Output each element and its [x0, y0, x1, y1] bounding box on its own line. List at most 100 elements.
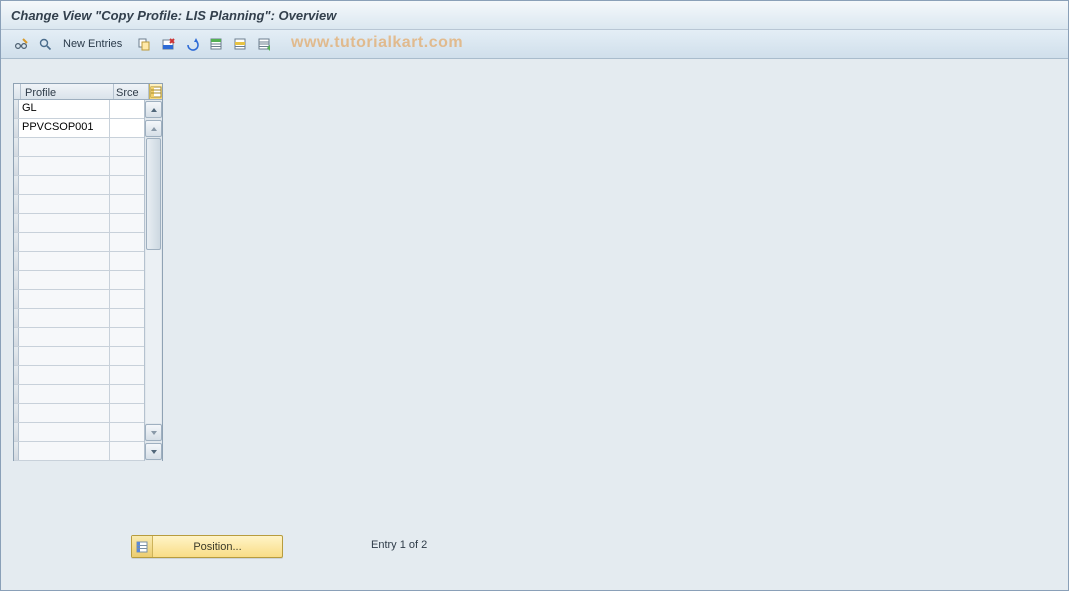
- cell-profile[interactable]: [19, 347, 110, 365]
- table-row: [14, 290, 144, 309]
- cell-profile[interactable]: [19, 195, 110, 213]
- cell-profile[interactable]: [19, 138, 110, 156]
- table-row: [14, 233, 144, 252]
- page-title: Change View "Copy Profile: LIS Planning"…: [11, 8, 336, 23]
- triangle-down-small-icon: [150, 429, 158, 437]
- position-icon: [132, 536, 153, 557]
- table-row: [14, 252, 144, 271]
- cell-profile[interactable]: [19, 385, 110, 403]
- glasses-pencil-icon: [14, 37, 28, 51]
- cell-srce[interactable]: [110, 271, 144, 289]
- cell-profile[interactable]: [19, 176, 110, 194]
- cell-srce[interactable]: [110, 290, 144, 308]
- scroll-track[interactable]: [146, 138, 161, 423]
- table-settings-icon: [150, 86, 162, 98]
- scroll-down-button[interactable]: [145, 443, 162, 460]
- chevron-down-icon: [150, 448, 158, 456]
- select-block-button[interactable]: [230, 34, 250, 54]
- cell-profile[interactable]: PPVCSOP001: [19, 119, 110, 137]
- position-button[interactable]: Position...: [131, 535, 283, 558]
- cell-srce[interactable]: [110, 423, 144, 441]
- table-row: PPVCSOP001: [14, 119, 144, 138]
- chevron-up-icon: [150, 106, 158, 114]
- cell-profile[interactable]: [19, 252, 110, 270]
- app-window: Change View "Copy Profile: LIS Planning"…: [0, 0, 1069, 591]
- cell-srce[interactable]: [110, 100, 144, 118]
- table-row: [14, 157, 144, 176]
- cell-srce[interactable]: [110, 119, 144, 137]
- toggle-display-change-button[interactable]: [11, 34, 31, 54]
- vertical-scrollbar[interactable]: [144, 100, 162, 461]
- scroll-thumb[interactable]: [146, 138, 161, 250]
- cell-profile[interactable]: [19, 423, 110, 441]
- triangle-up-small-icon: [150, 125, 158, 133]
- table-row: [14, 138, 144, 157]
- column-header-profile[interactable]: Profile: [21, 84, 114, 99]
- table-row: GL: [14, 100, 144, 119]
- cell-profile[interactable]: [19, 442, 110, 460]
- cell-profile[interactable]: [19, 290, 110, 308]
- scroll-up-button[interactable]: [145, 101, 162, 118]
- header-select-all-cell[interactable]: [14, 84, 21, 99]
- cell-srce[interactable]: [110, 309, 144, 327]
- cell-srce[interactable]: [110, 385, 144, 403]
- cell-srce[interactable]: [110, 366, 144, 384]
- find-button[interactable]: [35, 34, 55, 54]
- scroll-line-down-button[interactable]: [145, 424, 162, 441]
- table-body: GLPPVCSOP001: [14, 100, 162, 461]
- cell-profile[interactable]: [19, 366, 110, 384]
- cell-srce[interactable]: [110, 214, 144, 232]
- entry-status-text: Entry 1 of 2: [371, 539, 427, 551]
- cell-srce[interactable]: [110, 157, 144, 175]
- table-row: [14, 214, 144, 233]
- cell-profile[interactable]: [19, 328, 110, 346]
- cell-srce[interactable]: [110, 252, 144, 270]
- content-area: Profile Srce GLPPVCSOP001: [1, 59, 1068, 590]
- cell-srce[interactable]: [110, 404, 144, 422]
- table-row: [14, 176, 144, 195]
- new-entries-label: New Entries: [63, 38, 122, 50]
- column-header-srce[interactable]: Srce: [114, 84, 149, 99]
- cell-profile[interactable]: [19, 157, 110, 175]
- cell-srce[interactable]: [110, 195, 144, 213]
- cell-srce[interactable]: [110, 138, 144, 156]
- table-row: [14, 442, 144, 461]
- select-block-icon: [233, 37, 247, 51]
- copy-icon: [137, 37, 151, 51]
- delete-icon: [161, 37, 175, 51]
- select-all-button[interactable]: [206, 34, 226, 54]
- profile-table: Profile Srce GLPPVCSOP001: [13, 83, 163, 461]
- cell-srce[interactable]: [110, 176, 144, 194]
- scroll-line-up-button[interactable]: [145, 120, 162, 137]
- delete-button[interactable]: [158, 34, 178, 54]
- table-row: [14, 366, 144, 385]
- watermark-text: www.tutorialkart.com: [291, 34, 463, 52]
- position-button-label: Position...: [153, 541, 282, 553]
- table-header: Profile Srce: [14, 84, 162, 100]
- titlebar: Change View "Copy Profile: LIS Planning"…: [1, 1, 1068, 30]
- cell-profile[interactable]: [19, 233, 110, 251]
- cell-profile[interactable]: [19, 404, 110, 422]
- cell-srce[interactable]: [110, 328, 144, 346]
- table-row: [14, 347, 144, 366]
- cell-srce[interactable]: [110, 233, 144, 251]
- cell-profile[interactable]: [19, 214, 110, 232]
- cell-srce[interactable]: [110, 442, 144, 460]
- select-all-icon: [209, 37, 223, 51]
- copy-as-button[interactable]: [134, 34, 154, 54]
- cell-profile[interactable]: [19, 309, 110, 327]
- configure-columns-button[interactable]: [149, 84, 162, 99]
- search-icon: [38, 37, 52, 51]
- table-row: [14, 423, 144, 442]
- cell-profile[interactable]: GL: [19, 100, 110, 118]
- table-row: [14, 328, 144, 347]
- undo-button[interactable]: [182, 34, 202, 54]
- deselect-all-icon: [257, 37, 271, 51]
- table-row: [14, 195, 144, 214]
- cell-srce[interactable]: [110, 347, 144, 365]
- cell-profile[interactable]: [19, 271, 110, 289]
- rows-container: GLPPVCSOP001: [14, 100, 144, 461]
- deselect-all-button[interactable]: [254, 34, 274, 54]
- new-entries-button[interactable]: New Entries: [59, 34, 126, 54]
- table-row: [14, 271, 144, 290]
